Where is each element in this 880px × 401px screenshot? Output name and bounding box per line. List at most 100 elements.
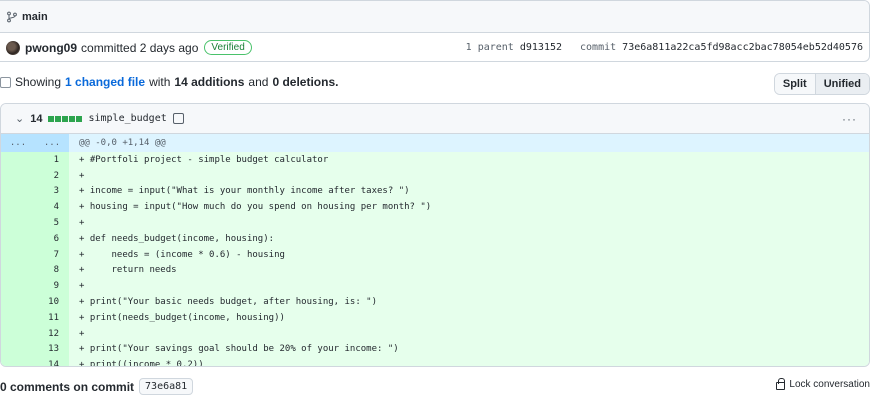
- commit-info: commit 73e6a811a22ca5fd98acc2bac78054eb5…: [580, 42, 863, 53]
- with-text: with: [149, 75, 171, 89]
- new-line-number[interactable]: 7: [35, 246, 69, 263]
- commit-meta: 1 parent d913152 commit 73e6a811a22ca5fd…: [466, 42, 863, 53]
- commit-header: main pwong09 committed 2 days ago Verifi…: [0, 0, 870, 62]
- branch-row: main: [0, 1, 869, 33]
- new-line-number[interactable]: 4: [35, 199, 69, 216]
- hunk-header: @@ -0,0 +1,14 @@: [79, 138, 166, 148]
- lock-conversation-button[interactable]: Lock conversation: [776, 378, 870, 390]
- and-text: and: [248, 75, 269, 89]
- code-line: + income = input("What is your monthly i…: [79, 186, 410, 197]
- diff-line: 3 + income = input("What is your monthly …: [1, 183, 869, 200]
- diff-line: 2 +: [1, 167, 869, 184]
- additions-count: 14 additions: [174, 75, 245, 89]
- diff-line: 10 + print("Your basic needs budget, afte…: [1, 294, 869, 310]
- old-line-number: [1, 230, 35, 247]
- old-line-number: [1, 215, 35, 231]
- code-line: + print((income * 0.2)): [79, 360, 204, 367]
- avatar[interactable]: [6, 40, 20, 55]
- file-name-link[interactable]: simple_budget: [88, 113, 166, 124]
- diff-line: 8 + return needs: [1, 262, 869, 279]
- chevron-down-icon[interactable]: ⌄: [15, 112, 24, 125]
- committed-time: committed 2 days ago: [81, 40, 199, 55]
- new-line-number[interactable]: 2: [35, 167, 69, 184]
- old-line-number: [1, 278, 35, 295]
- parent-info: 1 parent d913152: [466, 42, 562, 53]
- new-line-number[interactable]: 10: [35, 294, 69, 310]
- git-branch-icon: [7, 11, 17, 22]
- code-line: + def needs_budget(income, housing):: [79, 233, 275, 244]
- diff-line: 6 + def needs_budget(income, housing):: [1, 230, 869, 247]
- old-line-number: [1, 167, 35, 184]
- new-line-number[interactable]: 12: [35, 325, 69, 342]
- verified-badge[interactable]: Verified: [204, 40, 252, 55]
- expand-left[interactable]: ...: [1, 134, 35, 152]
- old-line-number: [1, 341, 35, 358]
- code-line: + print("Your basic needs budget, after …: [79, 297, 378, 308]
- old-line-number: [1, 199, 35, 216]
- diff-line: 9 +: [1, 278, 869, 295]
- file-header: ⌄ 14 simple_budget ···: [1, 104, 869, 134]
- old-line-number: [1, 183, 35, 200]
- diff-line: 12 +: [1, 325, 869, 342]
- diffstat-blocks: [48, 115, 83, 122]
- new-line-number[interactable]: 13: [35, 341, 69, 358]
- code-line: +: [79, 218, 85, 229]
- new-line-number[interactable]: 9: [35, 278, 69, 295]
- new-line-number[interactable]: 3: [35, 183, 69, 200]
- short-sha: 73e6a81: [139, 378, 194, 395]
- hunk-header-row: ... ... @@ -0,0 +1,14 @@: [1, 134, 869, 152]
- new-line-number[interactable]: 8: [35, 262, 69, 279]
- new-line-number[interactable]: 11: [35, 309, 69, 326]
- old-line-number: [1, 357, 35, 366]
- period-text: .: [335, 75, 339, 89]
- old-line-number: [1, 294, 35, 310]
- code-line: + print("Your savings goal should be 20%…: [79, 344, 399, 355]
- old-line-number: [1, 262, 35, 279]
- more-options-button[interactable]: ···: [842, 112, 857, 126]
- new-line-number[interactable]: 14: [35, 357, 69, 366]
- code-line: + needs = (income * 0.6) - housing: [79, 249, 285, 260]
- code-line: + return needs: [79, 265, 177, 276]
- author-link[interactable]: pwong09: [25, 41, 77, 55]
- unified-button[interactable]: Unified: [814, 74, 869, 94]
- diff-line: 13 + print("Your savings goal should be 2…: [1, 341, 869, 358]
- branch-name[interactable]: main: [22, 11, 48, 23]
- commit-sha: 73e6a811a22ca5fd98acc2bac78054eb52d40576: [622, 42, 863, 53]
- commit-label: commit: [580, 42, 617, 53]
- split-button[interactable]: Split: [774, 74, 815, 94]
- diff-line: 1 + #Portfoli project - simple budget cal…: [1, 152, 869, 168]
- changed-files-link[interactable]: 1 changed file: [65, 75, 145, 89]
- diff-line: 11 + print(needs_budget(income, housing)): [1, 309, 869, 326]
- parent-text: 1 parent: [465, 42, 514, 53]
- old-line-number: [1, 325, 35, 342]
- new-line-number[interactable]: 1: [35, 152, 69, 168]
- old-line-number: [1, 152, 35, 168]
- old-line-number: [1, 246, 35, 263]
- diff-line: 14 + print((income * 0.2)): [1, 357, 869, 367]
- diff-lines: 1 + #Portfoli project - simple budget cal…: [1, 152, 869, 367]
- diff-summary: Showing 1 changed file with 14 additions…: [0, 75, 338, 89]
- diff-line: 7 + needs = (income * 0.6) - housing: [1, 246, 869, 263]
- diff-line: 5 +: [1, 215, 869, 231]
- diff-line: 4 + housing = input("How much do you spen…: [1, 199, 869, 216]
- parent-sha-link[interactable]: d913152: [520, 42, 562, 53]
- copy-icon[interactable]: [172, 113, 184, 124]
- showing-text: Showing: [15, 75, 62, 89]
- new-line-number[interactable]: 5: [35, 215, 69, 231]
- code-line: +: [79, 170, 85, 181]
- expand-right[interactable]: ...: [35, 134, 69, 152]
- comments-heading: 0 comments on commit 73e6a81: [0, 378, 194, 395]
- code-line: + #Portfoli project - simple budget calc…: [79, 154, 329, 165]
- code-line: + housing = input("How much do you spend…: [79, 202, 432, 213]
- code-line: +: [79, 281, 85, 292]
- diff-view-toggle: Split Unified: [773, 73, 870, 95]
- lock-label: Lock conversation: [789, 379, 870, 390]
- new-line-number[interactable]: 6: [35, 230, 69, 247]
- code-line: +: [79, 328, 85, 339]
- lock-icon: [776, 378, 786, 390]
- deletions-count: 0 deletions.: [272, 75, 338, 89]
- deletions-text: 0 deletions: [272, 75, 336, 89]
- file-diff: ⌄ 14 simple_budget ··· ... ... @@ -0,0 +…: [0, 103, 870, 367]
- change-count: 14: [30, 112, 43, 125]
- file-diff-icon: [0, 76, 11, 88]
